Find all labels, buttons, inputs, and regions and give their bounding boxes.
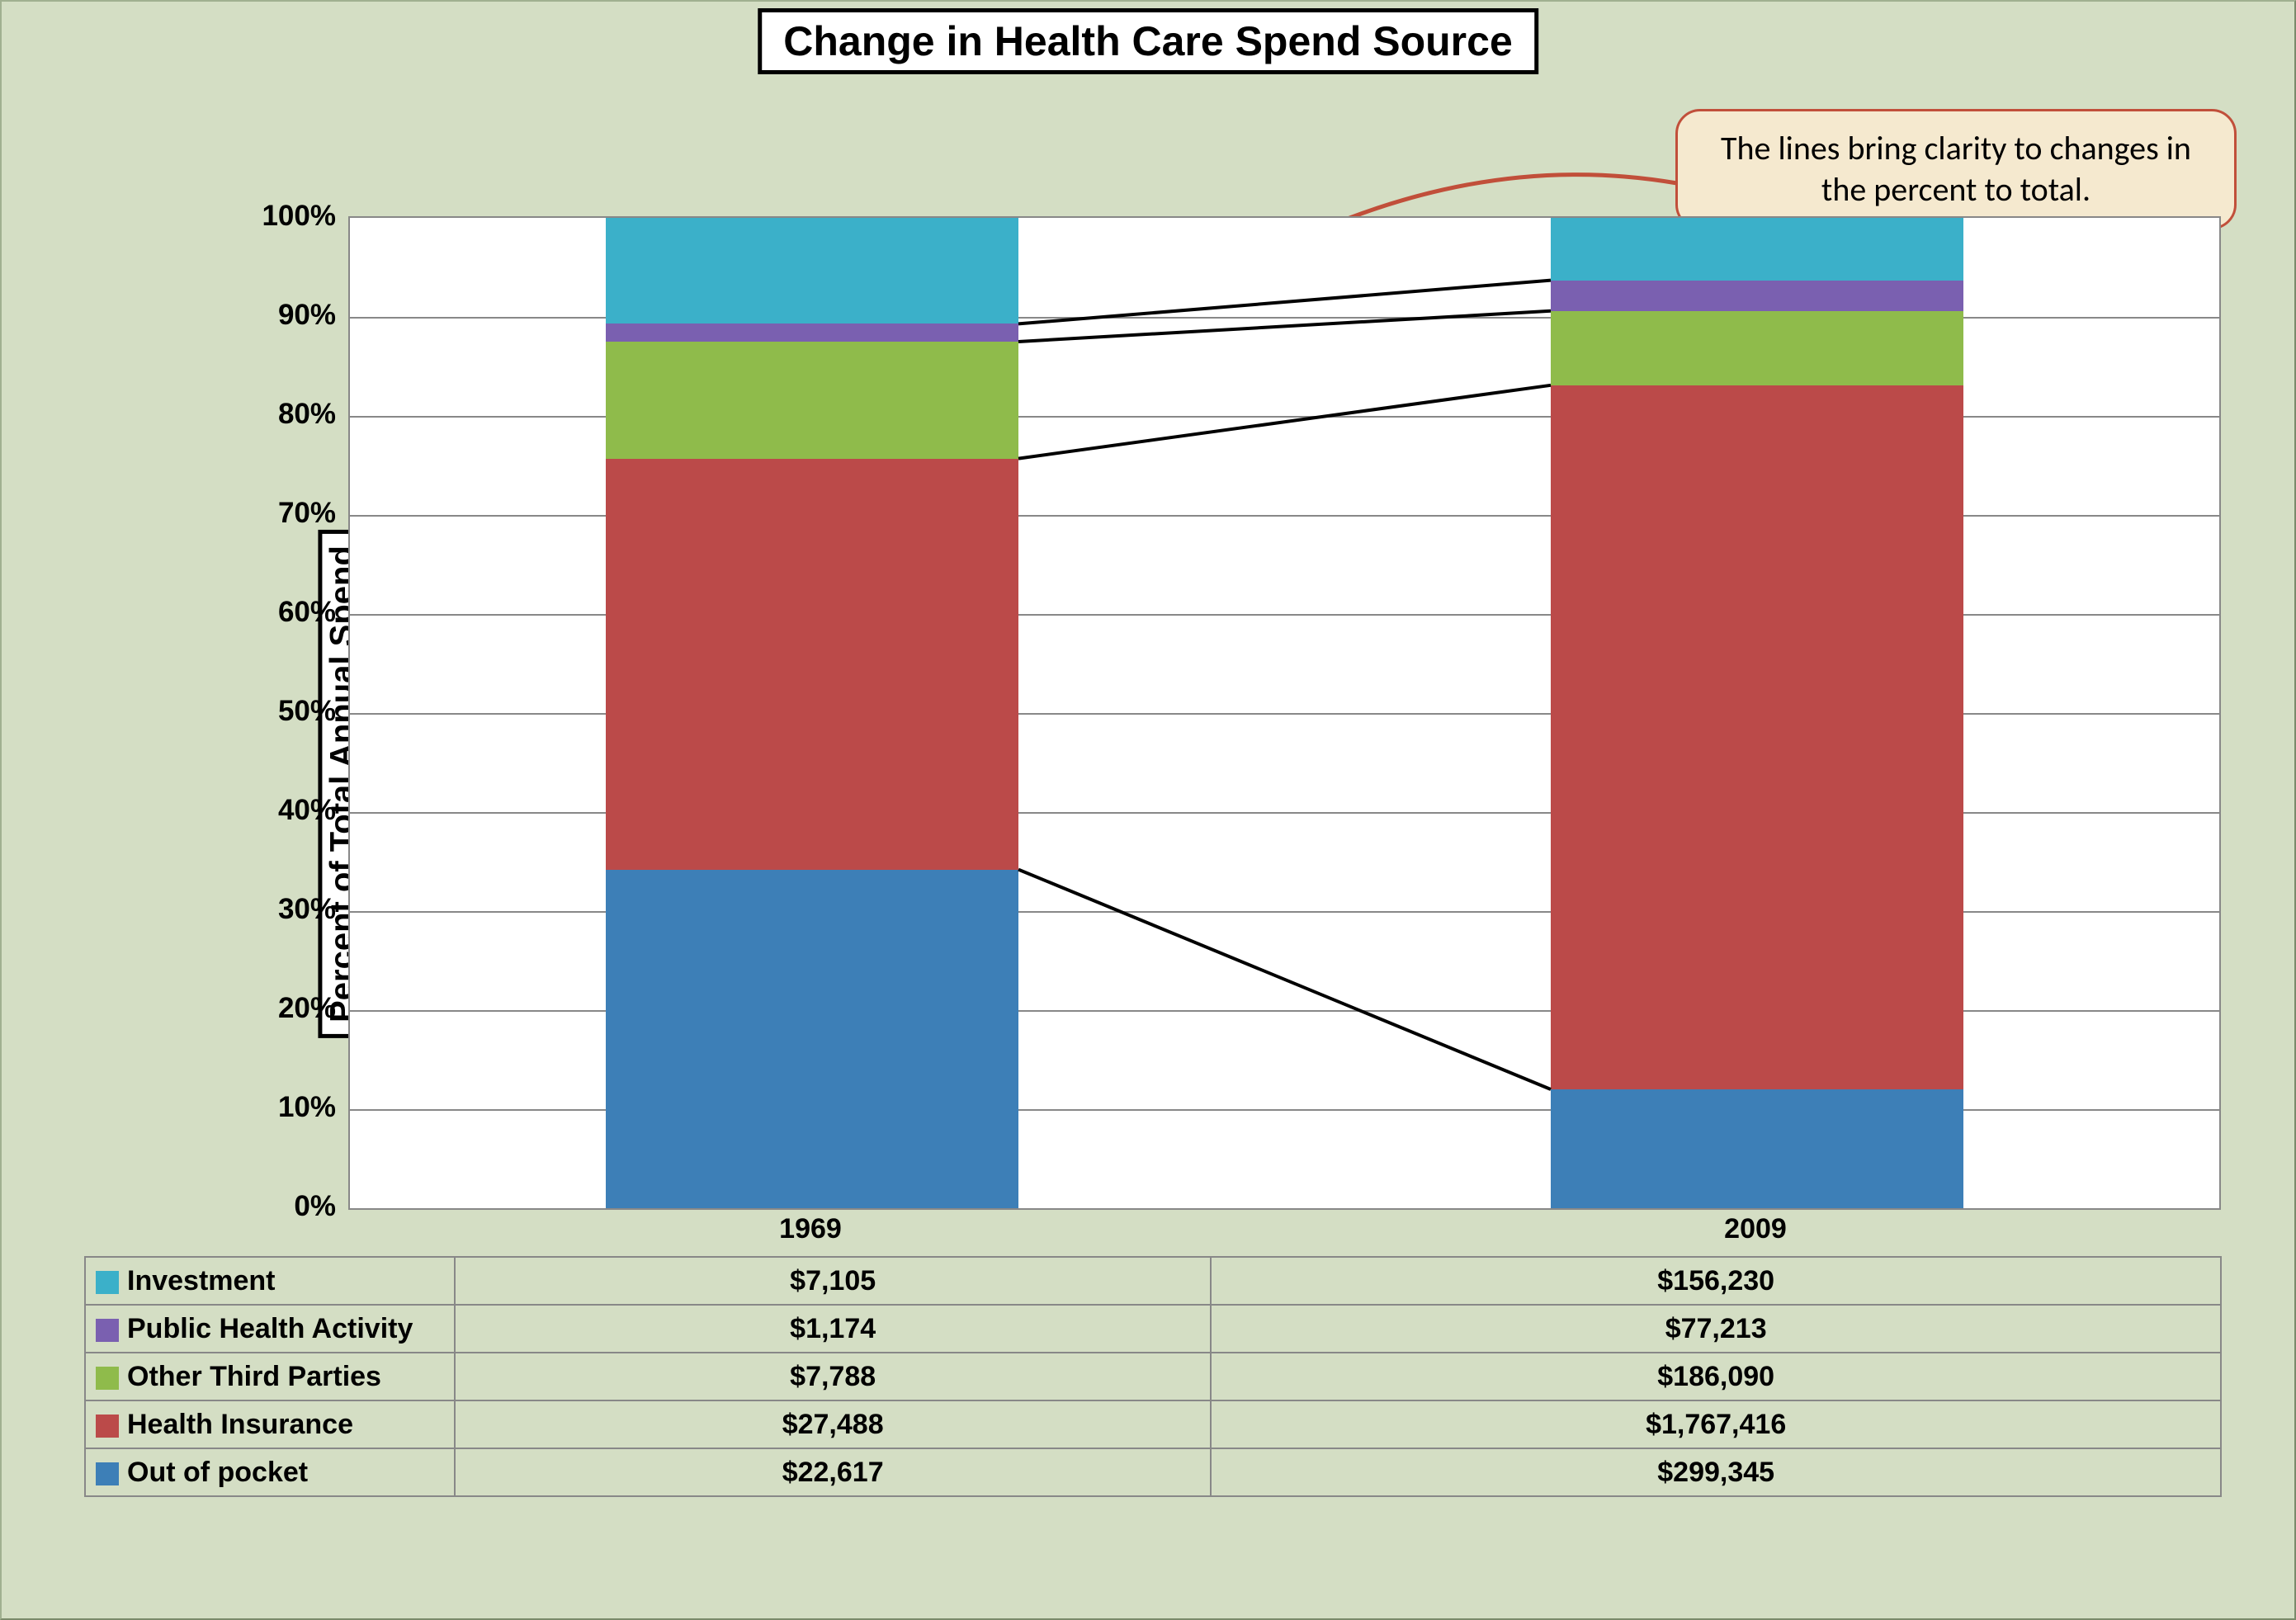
cell-otp-2009: $186,090 <box>1211 1353 2221 1400</box>
y-tick: 90% <box>229 299 336 332</box>
table-row: Health Insurance $27,488 $1,767,416 <box>85 1400 2221 1448</box>
y-tick: 50% <box>229 695 336 728</box>
cell-oop-2009: $299,345 <box>1211 1448 2221 1496</box>
y-tick: 40% <box>229 794 336 827</box>
y-tick: 10% <box>229 1091 336 1124</box>
cell-hi-1969: $27,488 <box>455 1400 1211 1448</box>
cell-hi-2009: $1,767,416 <box>1211 1400 2221 1448</box>
x-category-2009: 2009 <box>1549 1213 1962 1245</box>
chart-title-box: Change in Health Care Spend Source <box>758 8 1538 74</box>
y-tick: 80% <box>229 398 336 431</box>
table-row: Out of pocket $22,617 $299,345 <box>85 1448 2221 1496</box>
x-category-1969: 1969 <box>604 1213 1017 1245</box>
legend-out-of-pocket: Out of pocket <box>85 1448 455 1496</box>
plot-area <box>348 216 2221 1210</box>
legend-swatch-icon <box>96 1462 119 1485</box>
legend-public-health: Public Health Activity <box>85 1305 455 1353</box>
table-row: Public Health Activity $1,174 $77,213 <box>85 1305 2221 1353</box>
y-tick: 30% <box>229 893 336 926</box>
chart-title: Change in Health Care Spend Source <box>783 18 1513 64</box>
plot-wrap: Percent of Total Annual Spend 0% 10% 20%… <box>84 216 2222 1351</box>
legend-swatch-icon <box>96 1415 119 1438</box>
cell-pha-2009: $77,213 <box>1211 1305 2221 1353</box>
legend-swatch-icon <box>96 1367 119 1390</box>
table-row: Investment $7,105 $156,230 <box>85 1257 2221 1305</box>
cell-oop-1969: $22,617 <box>455 1448 1211 1496</box>
legend-health-insurance: Health Insurance <box>85 1400 455 1448</box>
y-axis-ticks: 0% 10% 20% 30% 40% 50% 60% 70% 80% 90% 1… <box>229 216 336 1207</box>
cell-investment-1969: $7,105 <box>455 1257 1211 1305</box>
y-tick: 70% <box>229 497 336 530</box>
y-tick: 100% <box>229 200 336 233</box>
cell-investment-2009: $156,230 <box>1211 1257 2221 1305</box>
cell-pha-1969: $1,174 <box>455 1305 1211 1353</box>
chart-frame: Change in Health Care Spend Source The l… <box>0 0 2296 1620</box>
annotation-callout: The lines bring clarity to changes in th… <box>1675 109 2237 229</box>
data-table: Investment $7,105 $156,230 Public Health… <box>84 1256 2222 1497</box>
annotation-text: The lines bring clarity to changes in th… <box>1721 128 2191 210</box>
cell-otp-1969: $7,788 <box>455 1353 1211 1400</box>
y-tick: 20% <box>229 992 336 1025</box>
legend-swatch-icon <box>96 1271 119 1294</box>
legend-swatch-icon <box>96 1319 119 1342</box>
connector-lines <box>350 218 2219 1208</box>
legend-investment: Investment <box>85 1257 455 1305</box>
y-tick: 60% <box>229 596 336 629</box>
y-tick: 0% <box>229 1190 336 1223</box>
legend-other-third: Other Third Parties <box>85 1353 455 1400</box>
table-row: Other Third Parties $7,788 $186,090 <box>85 1353 2221 1400</box>
